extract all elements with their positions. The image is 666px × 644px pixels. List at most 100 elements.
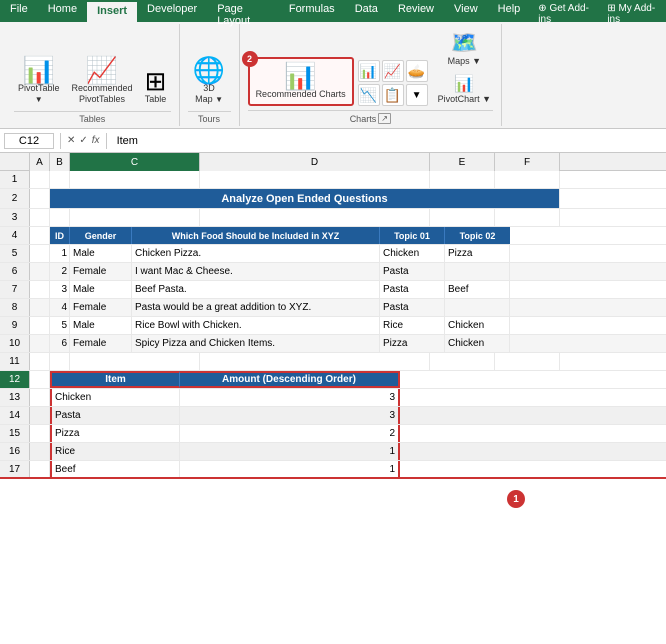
recommended-pivottables-icon: 📈 <box>86 57 118 83</box>
recommended-charts-button[interactable]: 📊 Recommended Charts <box>248 57 354 106</box>
tab-page-layout[interactable]: Page Layout <box>207 0 279 22</box>
col-header-b[interactable]: B <box>50 153 70 171</box>
cell-8-topic2 <box>445 299 510 316</box>
tab-file[interactable]: File <box>0 0 38 22</box>
bar-chart-button[interactable]: 📊 <box>358 60 380 82</box>
cell-13-amount: 3 <box>180 389 400 406</box>
confirm-icon[interactable]: ✓ <box>79 135 87 146</box>
tab-view[interactable]: View <box>444 0 488 22</box>
pivot-table-button[interactable]: 📊 PivotTable▼ <box>14 55 64 107</box>
cell-5-id: 1 <box>50 245 70 262</box>
cancel-icon[interactable]: ✕ <box>67 135 75 146</box>
cell-14-item: Pasta <box>50 407 180 424</box>
tab-data[interactable]: Data <box>345 0 388 22</box>
row-17: 17 Beef 1 <box>0 461 666 479</box>
table-button[interactable]: ⊞ Table <box>141 66 171 107</box>
header-id: ID <box>50 227 70 244</box>
cell-7-response: Beef Pasta. <box>132 281 380 298</box>
row-num-7: 7 <box>0 281 30 298</box>
cell-5-topic1: Chicken <box>380 245 445 262</box>
maps-label: Maps ▼ <box>448 56 481 66</box>
cell-9-topic1: Rice <box>380 317 445 334</box>
waterfall-chart-button[interactable]: 📋 <box>382 84 404 106</box>
row-12: 12 Item Amount (Descending Order) <box>0 371 666 389</box>
tab-home[interactable]: Home <box>38 0 87 22</box>
header-gender: Gender <box>70 227 132 244</box>
tab-formulas[interactable]: Formulas <box>279 0 345 22</box>
col-header-c[interactable]: C <box>70 153 200 171</box>
column-headers: A B C D E F <box>0 153 666 171</box>
cell-15-amount: 2 <box>180 425 400 442</box>
col-header-f[interactable]: F <box>495 153 560 171</box>
row-3: 3 <box>0 209 666 227</box>
cell-5-topic2: Pizza <box>445 245 510 262</box>
row-14: 14 Pasta 3 <box>0 407 666 425</box>
row-num-4: 4 <box>0 227 30 244</box>
row-2: 2 Analyze Open Ended Questions <box>0 189 666 209</box>
cell-16-amount: 1 <box>180 443 400 460</box>
cell-reference-box[interactable]: C12 <box>4 133 54 149</box>
row-1: 1 <box>0 171 666 189</box>
header-question: Which Food Should be Included in XYZ <box>132 227 380 244</box>
header-topic2: Topic 02 <box>445 227 510 244</box>
tab-help[interactable]: Help <box>488 0 531 22</box>
row-num-13: 13 <box>0 389 30 406</box>
cell-5-response: Chicken Pizza. <box>132 245 380 262</box>
scatter-chart-button[interactable]: 📉 <box>358 84 380 106</box>
pie-chart-button[interactable]: 🥧 <box>406 60 428 82</box>
row-num-14: 14 <box>0 407 30 424</box>
get-add-ins-btn[interactable]: ⊕ Get Add-ins <box>530 0 599 22</box>
recommended-pivottables-button[interactable]: 📈 RecommendedPivotTables <box>68 55 137 107</box>
col-header-e[interactable]: E <box>430 153 495 171</box>
spreadsheet: A B C D E F 1 2 Analyze Open Ended Quest… <box>0 153 666 479</box>
pivotchart-button[interactable]: 📊 PivotChart ▼ <box>436 72 493 106</box>
line-chart-button[interactable]: 📈 <box>382 60 404 82</box>
cell-6-response: I want Mac & Cheese. <box>132 263 380 280</box>
pivot-table-icon: 📊 <box>23 57 55 83</box>
col-header-a[interactable]: A <box>30 153 50 171</box>
row-15: 15 Pizza 2 <box>0 425 666 443</box>
row-num-5: 5 <box>0 245 30 262</box>
3d-map-button[interactable]: 🌐 3DMap ▼ <box>189 55 229 107</box>
row-num-2: 2 <box>0 189 30 208</box>
cell-10-topic1: Pizza <box>380 335 445 352</box>
recommended-charts-icon: 📊 <box>284 63 316 89</box>
badge-1: 1 <box>507 490 525 508</box>
cell-17-amount: 1 <box>180 461 400 477</box>
cell-17-item: Beef <box>50 461 180 477</box>
table-icon: ⊞ <box>145 68 167 94</box>
more-charts-button[interactable]: ▼ <box>406 84 428 106</box>
formula-content[interactable]: Item <box>113 135 662 147</box>
cell-10-response: Spicy Pizza and Chicken Items. <box>132 335 380 352</box>
row-4: 4 ID Gender Which Food Should be Include… <box>0 227 666 245</box>
row-num-16: 16 <box>0 443 30 460</box>
cell-6-id: 2 <box>50 263 70 280</box>
cell-9-gender: Male <box>70 317 132 334</box>
row-num-10: 10 <box>0 335 30 352</box>
col-header-d[interactable]: D <box>200 153 430 171</box>
tab-review[interactable]: Review <box>388 0 444 22</box>
insert-function-icon[interactable]: fx <box>92 135 100 146</box>
row-num-8: 8 <box>0 299 30 316</box>
row-10: 10 6 Female Spicy Pizza and Chicken Item… <box>0 335 666 353</box>
cell-8-id: 4 <box>50 299 70 316</box>
cell-7-topic2: Beef <box>445 281 510 298</box>
charts-group-label: Charts ↗ <box>248 110 493 126</box>
cell-15-item: Pizza <box>50 425 180 442</box>
corner-cell <box>0 153 30 171</box>
recommended-pivottables-label: RecommendedPivotTables <box>72 83 133 105</box>
cell-6-topic2 <box>445 263 510 280</box>
my-add-ins-btn[interactable]: ⊞ My Add-ins <box>599 0 666 22</box>
cell-9-id: 5 <box>50 317 70 334</box>
cell-7-id: 3 <box>50 281 70 298</box>
row-num-6: 6 <box>0 263 30 280</box>
maps-button[interactable]: 🗺️ Maps ▼ <box>436 28 493 68</box>
cell-8-response: Pasta would be a great addition to XYZ. <box>132 299 380 316</box>
badge-2: 2 <box>242 51 258 67</box>
3d-map-icon: 🌐 <box>193 57 225 83</box>
row-num-12: 12 <box>0 371 30 388</box>
tab-insert[interactable]: Insert <box>87 0 137 22</box>
cell-14-amount: 3 <box>180 407 400 424</box>
row-8: 8 4 Female Pasta would be a great additi… <box>0 299 666 317</box>
tab-developer[interactable]: Developer <box>137 0 207 22</box>
